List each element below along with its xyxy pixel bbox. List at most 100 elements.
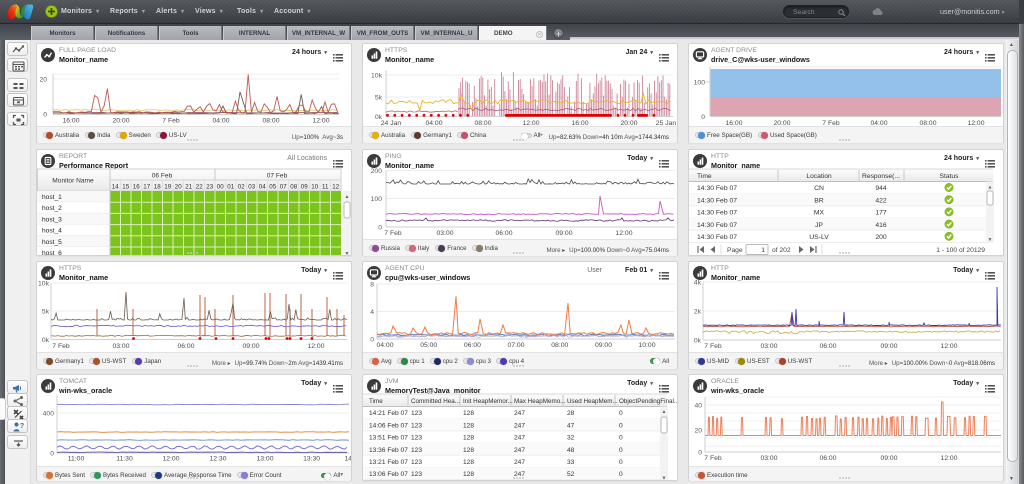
svg-text:123: 123	[411, 459, 422, 466]
svg-text:Time: Time	[697, 173, 712, 180]
svg-text:14:30 Feb 07: 14:30 Feb 07	[697, 210, 737, 217]
svg-text:2k: 2k	[694, 309, 702, 316]
svg-text:7 Feb: 7 Feb	[704, 455, 722, 462]
svg-text:host_3: host_3	[42, 216, 62, 223]
svg-text:06:00: 06:00	[177, 343, 194, 350]
svg-text:JP: JP	[815, 222, 823, 229]
svg-text:0: 0	[378, 225, 382, 232]
svg-text:14: 14	[112, 184, 119, 191]
svg-text:09:00: 09:00	[880, 455, 897, 462]
svg-text:4k: 4k	[694, 280, 702, 287]
svg-text:14:30 Feb 07: 14:30 Feb 07	[697, 197, 737, 204]
svg-text:host_2: host_2	[42, 205, 62, 212]
svg-text:of 202: of 202	[772, 247, 791, 254]
svg-text:▲: ▲	[662, 409, 667, 415]
svg-text:12:00: 12:00	[307, 343, 324, 350]
svg-text:09:00: 09:00	[595, 342, 612, 349]
svg-text:05: 05	[269, 184, 276, 191]
svg-text:▼: ▼	[345, 251, 350, 255]
svg-text:Page: Page	[727, 247, 743, 254]
svg-text:7 Feb: 7 Feb	[52, 343, 70, 350]
svg-text:Status: Status	[940, 173, 960, 180]
svg-text:47: 47	[567, 422, 575, 429]
svg-text:28: 28	[567, 410, 575, 417]
svg-text:12:30: 12:30	[209, 456, 226, 463]
svg-text:Monitor Name: Monitor Name	[52, 178, 94, 185]
svg-text:04: 04	[259, 184, 266, 191]
svg-text:13:36 Feb 07: 13:36 Feb 07	[369, 447, 408, 454]
svg-text:12:00: 12:00	[940, 455, 957, 462]
svg-text:0: 0	[619, 410, 623, 417]
svg-text:0: 0	[619, 447, 623, 454]
svg-text:12:00: 12:00	[940, 343, 957, 350]
svg-text:14:30 Feb 07: 14:30 Feb 07	[697, 222, 737, 229]
svg-text:14:00: 14:00	[344, 456, 351, 463]
svg-text:07:00: 07:00	[507, 342, 524, 349]
svg-text:0: 0	[619, 422, 623, 429]
svg-text:host_6: host_6	[42, 250, 62, 255]
svg-text:0k: 0k	[42, 337, 50, 344]
svg-text:04:00: 04:00	[212, 118, 229, 125]
svg-text:1 - 100 of 20129: 1 - 100 of 20129	[936, 247, 985, 254]
svg-text:5k: 5k	[375, 95, 383, 102]
svg-text:0: 0	[619, 471, 623, 478]
svg-text:5k: 5k	[42, 309, 50, 316]
svg-text:0: 0	[701, 114, 705, 121]
svg-text:▲: ▲	[988, 185, 993, 191]
svg-text:▲: ▲	[345, 194, 350, 200]
svg-text:09:00: 09:00	[555, 230, 572, 237]
svg-text:Location: Location	[806, 173, 832, 180]
svg-text:422: 422	[875, 197, 887, 204]
svg-text:US-LV: US-LV	[809, 234, 829, 241]
svg-text:10:00: 10:00	[638, 342, 655, 349]
svg-text:08:00: 08:00	[262, 118, 279, 125]
svg-text:123: 123	[411, 471, 422, 478]
svg-text:0k: 0k	[694, 338, 702, 345]
svg-text:12:00: 12:00	[615, 230, 632, 237]
svg-text:Committed Hea...: Committed Hea...	[411, 398, 460, 405]
svg-text:Used HeapMem...: Used HeapMem...	[567, 398, 618, 405]
svg-text:247: 247	[514, 435, 525, 442]
svg-text:0: 0	[619, 435, 623, 442]
svg-text:07: 07	[280, 184, 287, 191]
svg-text:944: 944	[875, 185, 887, 192]
svg-text:13:30: 13:30	[303, 456, 320, 463]
svg-text:177: 177	[875, 210, 887, 217]
svg-text:0: 0	[50, 451, 54, 458]
svg-text:128: 128	[463, 459, 474, 466]
svg-text:03:00: 03:00	[760, 343, 777, 350]
svg-text:12:00: 12:00	[312, 118, 329, 125]
svg-text:17: 17	[143, 184, 150, 191]
svg-text:13:00: 13:00	[256, 456, 273, 463]
svg-text:12:00: 12:00	[162, 456, 179, 463]
svg-text:128: 128	[463, 435, 474, 442]
svg-text:host_5: host_5	[42, 239, 62, 246]
svg-text:04:00: 04:00	[376, 342, 393, 349]
svg-text:7 Feb: 7 Feb	[162, 118, 180, 125]
svg-text:33: 33	[567, 459, 575, 466]
svg-text:06:00: 06:00	[819, 343, 836, 350]
svg-text:18: 18	[154, 184, 161, 191]
svg-text:06:00: 06:00	[495, 230, 512, 237]
svg-text:14:30 Feb 07: 14:30 Feb 07	[697, 185, 737, 192]
svg-text:05:00: 05:00	[420, 342, 437, 349]
svg-text:123: 123	[411, 410, 422, 417]
svg-text:08: 08	[290, 184, 297, 191]
svg-text:1: 1	[761, 247, 765, 254]
svg-text:03: 03	[248, 184, 255, 191]
svg-text:7 Feb: 7 Feb	[384, 230, 402, 237]
svg-text:247: 247	[514, 459, 525, 466]
svg-text:7 Feb: 7 Feb	[704, 343, 722, 350]
svg-text:0: 0	[698, 450, 702, 457]
svg-text:12: 12	[332, 184, 339, 191]
svg-text:128: 128	[463, 447, 474, 454]
svg-text:03:00: 03:00	[436, 230, 453, 237]
svg-text:00: 00	[217, 184, 224, 191]
svg-text:ObjectPendingFinal...: ObjectPendingFinal...	[619, 398, 677, 405]
svg-text:21: 21	[185, 184, 192, 191]
svg-text:▼: ▼	[988, 237, 993, 243]
svg-text:07 Feb: 07 Feb	[267, 173, 288, 180]
svg-text:06:00: 06:00	[464, 342, 481, 349]
svg-text:15: 15	[122, 184, 129, 191]
svg-text:128: 128	[463, 410, 474, 417]
